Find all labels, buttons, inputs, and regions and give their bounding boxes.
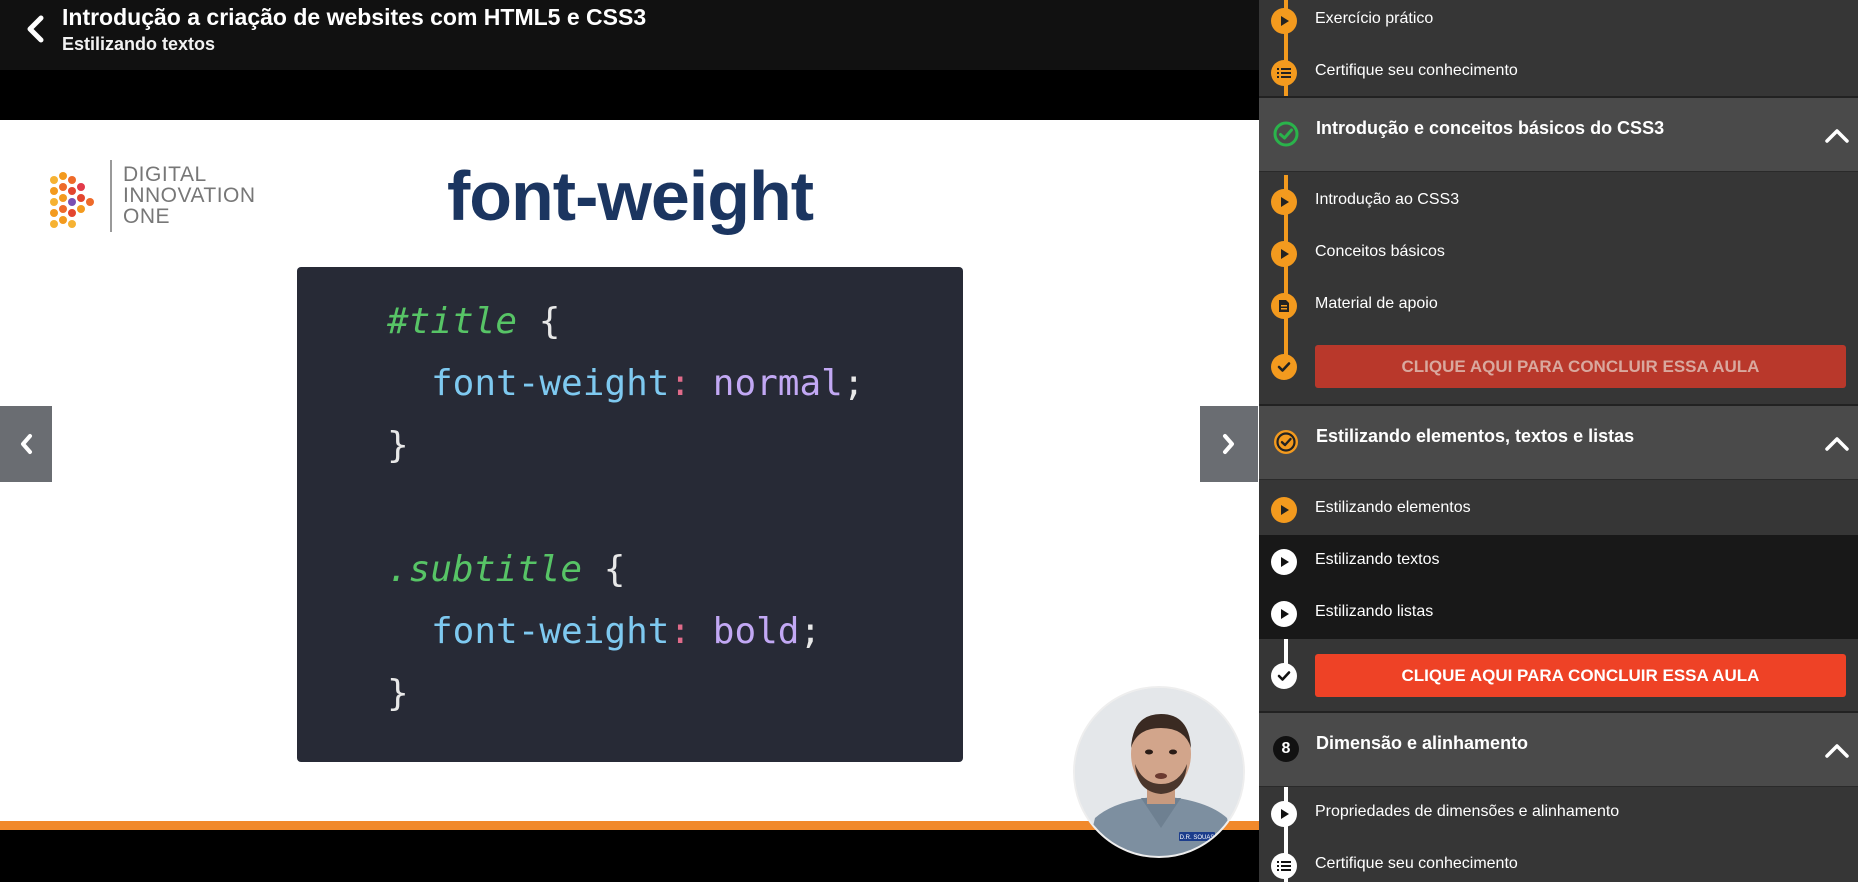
- previous-slide-button[interactable]: [0, 406, 52, 482]
- lesson-label: Exercício prático: [1315, 10, 1434, 27]
- checkmark-icon: [1271, 663, 1297, 689]
- code-selector: .subtitle: [387, 549, 583, 590]
- lesson-label: Certifique seu conhecimento: [1315, 855, 1518, 872]
- lesson-item[interactable]: Propriedades de dimensões e alinhamento: [1259, 787, 1858, 839]
- code-snippet: #title { font-weight: normal; } .subtitl…: [297, 267, 963, 762]
- code-brace: {: [517, 301, 561, 342]
- code-colon: :: [669, 363, 692, 404]
- course-title: Introdução a criação de websites com HTM…: [62, 4, 647, 30]
- lesson-label: Estilizando elementos: [1315, 499, 1471, 516]
- lesson-item-current[interactable]: Estilizando textos: [1259, 535, 1858, 587]
- lesson-item[interactable]: Certifique seu conhecimento: [1259, 46, 1858, 98]
- code-semicolon: ;: [842, 363, 865, 404]
- module-title: Introdução e conceitos básicos do CSS3: [1316, 118, 1665, 138]
- brand-line-1: DIGITAL: [123, 163, 207, 186]
- play-icon: [1271, 241, 1297, 267]
- code-semicolon: ;: [799, 611, 822, 652]
- chevron-up-icon[interactable]: [1824, 743, 1850, 759]
- lesson-item[interactable]: Material de apoio: [1259, 279, 1858, 331]
- checkmark-icon: [1271, 354, 1297, 380]
- code-property: font-weight: [431, 611, 670, 652]
- code-line-1: #title {: [387, 301, 560, 342]
- video-player[interactable]: Introdução a criação de websites com HTM…: [0, 0, 1259, 882]
- player-header: Introdução a criação de websites com HTM…: [0, 0, 1259, 70]
- instructor-avatar: D.R. SOUAS: [1075, 688, 1243, 856]
- slide-frame: DIGITAL INNOVATION ONE font-weight #titl…: [0, 120, 1259, 830]
- module-number: 8: [1281, 740, 1291, 757]
- lesson-label: Introdução ao CSS3: [1315, 191, 1460, 208]
- lesson-item[interactable]: Certifique seu conhecimento: [1259, 839, 1858, 882]
- lesson-item[interactable]: Estilizando elementos: [1259, 483, 1858, 535]
- chevron-up-icon[interactable]: [1824, 128, 1850, 144]
- check-circle-icon: [1274, 430, 1298, 454]
- brand-logo: DIGITAL INNOVATION ONE: [48, 160, 268, 240]
- check-circle-icon: [1273, 121, 1299, 147]
- chevron-left-icon: [27, 15, 44, 43]
- play-icon: [1271, 189, 1297, 215]
- lesson-label: Estilizando listas: [1315, 603, 1434, 620]
- play-icon: [1271, 497, 1297, 523]
- code-colon: :: [669, 611, 692, 652]
- play-icon: [1271, 8, 1297, 34]
- module-title: Estilizando elementos, textos e listas: [1316, 426, 1635, 446]
- lesson-label: Propriedades de dimensões e alinhamento: [1315, 803, 1620, 820]
- lesson-title: Estilizando textos: [62, 34, 216, 54]
- document-icon: [1271, 293, 1297, 319]
- play-icon: [1271, 549, 1297, 575]
- module-title: Dimensão e alinhamento: [1316, 733, 1529, 753]
- back-button[interactable]: [18, 12, 52, 46]
- module-header-dimension[interactable]: 8 Dimensão e alinhamento: [1259, 711, 1858, 787]
- code-line-2: font-weight: normal;: [431, 363, 865, 404]
- chevron-right-icon: [1223, 434, 1234, 454]
- code-brace: }: [387, 425, 409, 466]
- list-icon: [1271, 60, 1297, 86]
- lesson-label: Certifique seu conhecimento: [1315, 62, 1518, 79]
- code-value: normal: [691, 363, 843, 404]
- module-header-styling[interactable]: Estilizando elementos, textos e listas: [1259, 404, 1858, 480]
- brand-divider: [110, 160, 112, 232]
- brand-name: DIGITAL INNOVATION ONE: [123, 164, 256, 227]
- code-property: font-weight: [431, 363, 670, 404]
- lesson-item[interactable]: Estilizando listas: [1259, 587, 1858, 639]
- instructor-badge: D.R. SOUAS: [1180, 835, 1215, 841]
- brand-line-3: ONE: [123, 205, 171, 228]
- code-line-5: font-weight: bold;: [431, 611, 821, 652]
- slide-heading: font-weight: [446, 157, 814, 235]
- next-slide-button[interactable]: [1200, 406, 1258, 482]
- code-value: bold: [691, 611, 800, 652]
- chevron-left-icon: [21, 434, 32, 454]
- play-icon: [1271, 601, 1297, 627]
- list-icon: [1271, 853, 1297, 879]
- code-line-3: }: [387, 425, 409, 466]
- chevron-up-icon[interactable]: [1824, 436, 1850, 452]
- lesson-item[interactable]: Introdução ao CSS3: [1259, 175, 1858, 227]
- instructor-webcam: D.R. SOUAS: [1073, 686, 1245, 858]
- course-sidebar[interactable]: Exercício prático Certifique seu conheci…: [1259, 0, 1858, 882]
- slide-accent-bar: [0, 821, 1259, 830]
- lesson-item[interactable]: Exercício prático: [1259, 0, 1858, 46]
- code-brace: {: [582, 549, 626, 590]
- app-root: Introdução a criação de websites com HTM…: [0, 0, 1858, 882]
- lesson-item[interactable]: Conceitos básicos: [1259, 227, 1858, 279]
- lesson-label: Conceitos básicos: [1315, 243, 1445, 260]
- play-icon: [1271, 801, 1297, 827]
- brand-mark-icon: [50, 172, 94, 228]
- conclude-lesson-button[interactable]: CLIQUE AQUI PARA CONCLUIR ESSA AULA: [1315, 345, 1846, 388]
- brand-line-2: INNOVATION: [123, 184, 256, 207]
- code-brace: }: [387, 673, 409, 714]
- module-header-css3[interactable]: Introdução e conceitos básicos do CSS3: [1259, 96, 1858, 172]
- conclude-lesson-button[interactable]: CLIQUE AQUI PARA CONCLUIR ESSA AULA: [1315, 654, 1846, 697]
- code-selector: #title: [387, 301, 518, 342]
- lesson-label: Estilizando textos: [1315, 551, 1440, 568]
- code-line-4: .subtitle {: [387, 549, 625, 590]
- code-line-6: }: [387, 673, 409, 714]
- lesson-label: Material de apoio: [1315, 295, 1438, 312]
